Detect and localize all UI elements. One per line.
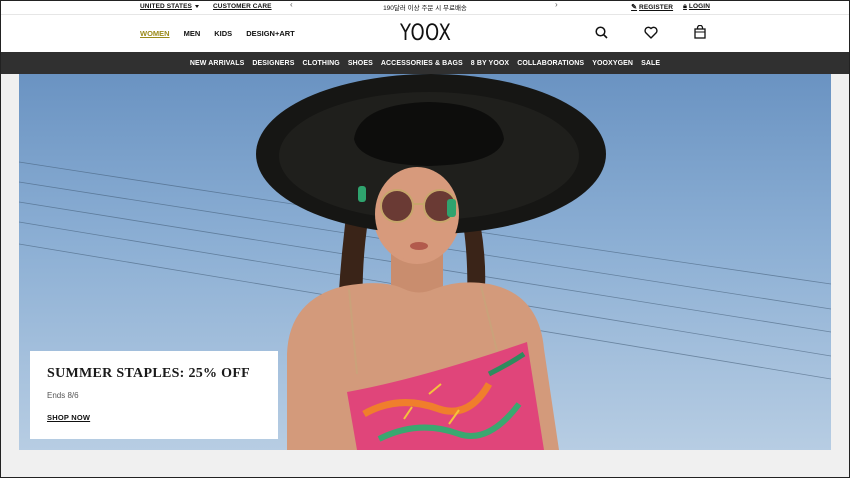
- lock-icon: 🔒︎: [683, 3, 687, 10]
- shopping-bag-icon[interactable]: [694, 25, 706, 39]
- login-label: LOGIN: [688, 3, 710, 10]
- shop-now-link[interactable]: SHOP NOW: [47, 413, 90, 422]
- nav-clothing[interactable]: CLOTHING: [302, 60, 339, 67]
- promo-message: 190달러 이상 주문 시 무료배송: [383, 5, 467, 12]
- country-label: UNITED STATES: [140, 3, 192, 10]
- nav-accessories-bags[interactable]: ACCESSORIES & BAGS: [381, 60, 463, 67]
- header-icons: [595, 25, 706, 39]
- promo-next-arrow-icon[interactable]: ›: [555, 0, 558, 9]
- promo-title: SUMMER STAPLES: 25% OFF: [47, 366, 251, 381]
- utility-left: UNITED STATES CUSTOMER CARE: [140, 3, 272, 10]
- register-link[interactable]: ✎ REGISTER: [631, 3, 673, 11]
- promo-card: SUMMER STAPLES: 25% OFF Ends 8/6 SHOP NO…: [30, 351, 278, 439]
- search-icon[interactable]: [595, 25, 608, 39]
- nav-shoes[interactable]: SHOES: [348, 60, 373, 67]
- hero-section: SUMMER STAPLES: 25% OFF Ends 8/6 SHOP NO…: [0, 74, 850, 478]
- category-nav: NEW ARRIVALS DESIGNERS CLOTHING SHOES AC…: [0, 52, 850, 74]
- tab-kids[interactable]: KIDS: [214, 29, 232, 38]
- heart-icon[interactable]: [644, 26, 658, 39]
- nav-collaborations[interactable]: COLLABORATIONS: [517, 60, 584, 67]
- customer-care-link[interactable]: CUSTOMER CARE: [213, 3, 272, 10]
- pencil-icon: ✎: [631, 4, 638, 11]
- nav-new-arrivals[interactable]: NEW ARRIVALS: [190, 60, 244, 67]
- tab-women[interactable]: WOMEN: [140, 29, 170, 38]
- login-link[interactable]: 🔒︎ LOGIN: [683, 3, 710, 11]
- utility-bar: UNITED STATES CUSTOMER CARE ‹ 190달러 이상 주…: [0, 0, 850, 14]
- nav-8-by-yoox[interactable]: 8 BY YOOX: [471, 60, 509, 67]
- nav-designers[interactable]: DESIGNERS: [252, 60, 294, 67]
- nav-yooxygen[interactable]: YOOXYGEN: [592, 60, 633, 67]
- nav-sale[interactable]: SALE: [641, 60, 660, 67]
- promo-subtitle: Ends 8/6: [47, 391, 79, 400]
- main-header: WOMEN MEN KIDS DESIGN+ART YOOX: [0, 14, 850, 52]
- register-label: REGISTER: [639, 4, 674, 11]
- utility-right: ✎ REGISTER 🔒︎ LOGIN: [631, 3, 710, 11]
- yoox-logo[interactable]: YOOX: [400, 21, 451, 46]
- gender-tabs: WOMEN MEN KIDS DESIGN+ART: [140, 29, 295, 38]
- tab-men[interactable]: MEN: [184, 29, 201, 38]
- country-selector[interactable]: UNITED STATES: [140, 3, 199, 10]
- caret-down-icon: [194, 4, 199, 8]
- tab-design-art[interactable]: DESIGN+ART: [246, 29, 295, 38]
